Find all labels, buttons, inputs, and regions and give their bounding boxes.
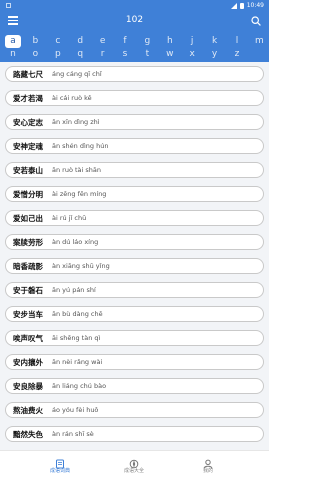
- letter-c[interactable]: c: [50, 35, 66, 48]
- idiom-word: 案牍劳形: [13, 237, 43, 247]
- idiom-list-item[interactable]: 爱如己出 ài rú jǐ chū: [5, 210, 264, 226]
- idiom-word: 安神定魂: [13, 141, 43, 151]
- idiom-list-item[interactable]: 爱憎分明 ài zēng fēn míng: [5, 186, 264, 202]
- idiom-pinyin: āi shēng tàn qì: [52, 334, 101, 342]
- letter-r[interactable]: r: [95, 48, 111, 61]
- idiom-list-item[interactable]: 安内攘外 ān nèi rǎng wài: [5, 354, 264, 370]
- idiom-list: 路藏七尺 áng cáng qī chǐ 爱才若渴 ài cái ruò kě 安心定志…: [0, 62, 269, 450]
- idiom-word: 安步当车: [13, 309, 43, 319]
- letter-a[interactable]: a: [5, 35, 21, 48]
- letter-z[interactable]: z: [229, 48, 245, 61]
- idiom-word: 暗香疏影: [13, 261, 43, 271]
- idiom-word: 安内攘外: [13, 357, 43, 367]
- idiom-word: 爱如己出: [13, 213, 43, 223]
- idiom-list-item[interactable]: 安良除暴 ān liáng chú bào: [5, 378, 264, 394]
- collection-icon: [129, 454, 139, 469]
- idiom-word: 路藏七尺: [13, 69, 43, 79]
- idiom-pinyin: àn dú láo xíng: [52, 238, 99, 246]
- idiom-list-item[interactable]: 安神定魂 ān shén dìng hún: [5, 138, 264, 154]
- letter-j[interactable]: j: [184, 35, 200, 48]
- letter-b[interactable]: b: [27, 35, 43, 48]
- letter-m[interactable]: m: [251, 35, 267, 48]
- letter-o[interactable]: o: [27, 48, 43, 61]
- idiom-word: 安良除暴: [13, 381, 43, 391]
- idiom-list-item[interactable]: 爱才若渴 ài cái ruò kě: [5, 90, 264, 106]
- idiom-word: 唉声叹气: [13, 333, 43, 343]
- idiom-word: 爱憎分明: [13, 189, 43, 199]
- idiom-pinyin: áo yóu fèi huǒ: [52, 406, 99, 414]
- idiom-list-item[interactable]: 暗香疏影 àn xiāng shū yǐng: [5, 258, 264, 274]
- letter-index: abcdefghjklm nopqrstwxyz: [0, 31, 269, 62]
- letter-q[interactable]: q: [72, 48, 88, 61]
- app-title: 102: [125, 15, 144, 25]
- nav-label: 成语词典: [49, 468, 70, 474]
- idiom-pinyin: àn xiāng shū yǐng: [52, 262, 110, 270]
- idiom-list-item[interactable]: 案牍劳形 àn dú láo xíng: [5, 234, 264, 250]
- letter-n[interactable]: n: [5, 48, 21, 61]
- nav-label: 成语大全: [123, 468, 144, 474]
- idiom-list-item[interactable]: 黯然失色 àn rán shī sè: [5, 426, 264, 442]
- idiom-word: 安若泰山: [13, 165, 43, 175]
- idiom-pinyin: ān liáng chú bào: [52, 382, 107, 390]
- nav-tab-profile[interactable]: 我的: [178, 454, 238, 474]
- letter-l[interactable]: l: [229, 35, 245, 48]
- idiom-pinyin: ān shén dìng hún: [52, 142, 109, 150]
- letter-w[interactable]: w: [162, 48, 178, 61]
- letter-p[interactable]: p: [50, 48, 66, 61]
- idiom-pinyin: ān xīn dìng zhì: [52, 118, 100, 126]
- letter-t[interactable]: t: [139, 48, 155, 61]
- idiom-word: 安于磐石: [13, 285, 43, 295]
- search-icon[interactable]: [251, 16, 261, 26]
- idiom-pinyin: ān yú pán shí: [52, 286, 96, 294]
- nav-tab-dictionary[interactable]: 成语词典: [30, 454, 90, 474]
- idiom-word: 安心定志: [13, 117, 43, 127]
- letter-e[interactable]: e: [95, 35, 111, 48]
- idiom-list-item[interactable]: 安若泰山 ān ruò tài shān: [5, 162, 264, 178]
- notification-icon: [6, 3, 11, 8]
- nav-tab-collection[interactable]: 成语大全: [104, 454, 164, 474]
- letter-k[interactable]: k: [207, 35, 223, 48]
- idiom-word: 熬油费火: [13, 405, 43, 415]
- idiom-word: 爱才若渴: [13, 93, 43, 103]
- idiom-list-item[interactable]: 路藏七尺 áng cáng qī chǐ: [5, 66, 264, 82]
- status-indicators: 10:49: [230, 2, 264, 9]
- letter-x[interactable]: x: [184, 48, 200, 61]
- profile-icon: [203, 454, 213, 469]
- letter-h[interactable]: h: [162, 35, 178, 48]
- app-bar: 102: [0, 11, 269, 31]
- letter-g[interactable]: g: [139, 35, 155, 48]
- nav-label: 我的: [202, 468, 213, 474]
- idiom-pinyin: àn rán shī sè: [52, 430, 94, 438]
- idiom-pinyin: ài cái ruò kě: [52, 94, 92, 102]
- battery-icon: [239, 2, 244, 9]
- idiom-list-item[interactable]: 唉声叹气 āi shēng tàn qì: [5, 330, 264, 346]
- bottom-nav: 成语词典 成语大全 我的: [0, 450, 269, 478]
- letter-d[interactable]: d: [72, 35, 88, 48]
- signal-icon: [230, 2, 237, 9]
- idiom-list-item[interactable]: 安步当车 ān bù dàng chē: [5, 306, 264, 322]
- idiom-pinyin: ān nèi rǎng wài: [52, 358, 103, 366]
- status-bar: 10:49: [0, 0, 269, 11]
- dictionary-icon: [55, 454, 65, 469]
- idiom-list-item[interactable]: 安心定志 ān xīn dìng zhì: [5, 114, 264, 130]
- idiom-pinyin: ài zēng fēn míng: [52, 190, 107, 198]
- idiom-pinyin: ài rú jǐ chū: [52, 214, 87, 222]
- idiom-pinyin: ān bù dàng chē: [52, 310, 103, 318]
- letter-y[interactable]: y: [207, 48, 223, 61]
- idiom-pinyin: ān ruò tài shān: [52, 166, 102, 174]
- idiom-word: 黯然失色: [13, 429, 43, 439]
- status-time: 10:49: [246, 2, 264, 9]
- idiom-list-item[interactable]: 安于磐石 ān yú pán shí: [5, 282, 264, 298]
- letter-s[interactable]: s: [117, 48, 133, 61]
- idiom-pinyin: áng cáng qī chǐ: [52, 70, 102, 78]
- letter-f[interactable]: f: [117, 35, 133, 48]
- idiom-list-item[interactable]: 熬油费火 áo yóu fèi huǒ: [5, 402, 264, 418]
